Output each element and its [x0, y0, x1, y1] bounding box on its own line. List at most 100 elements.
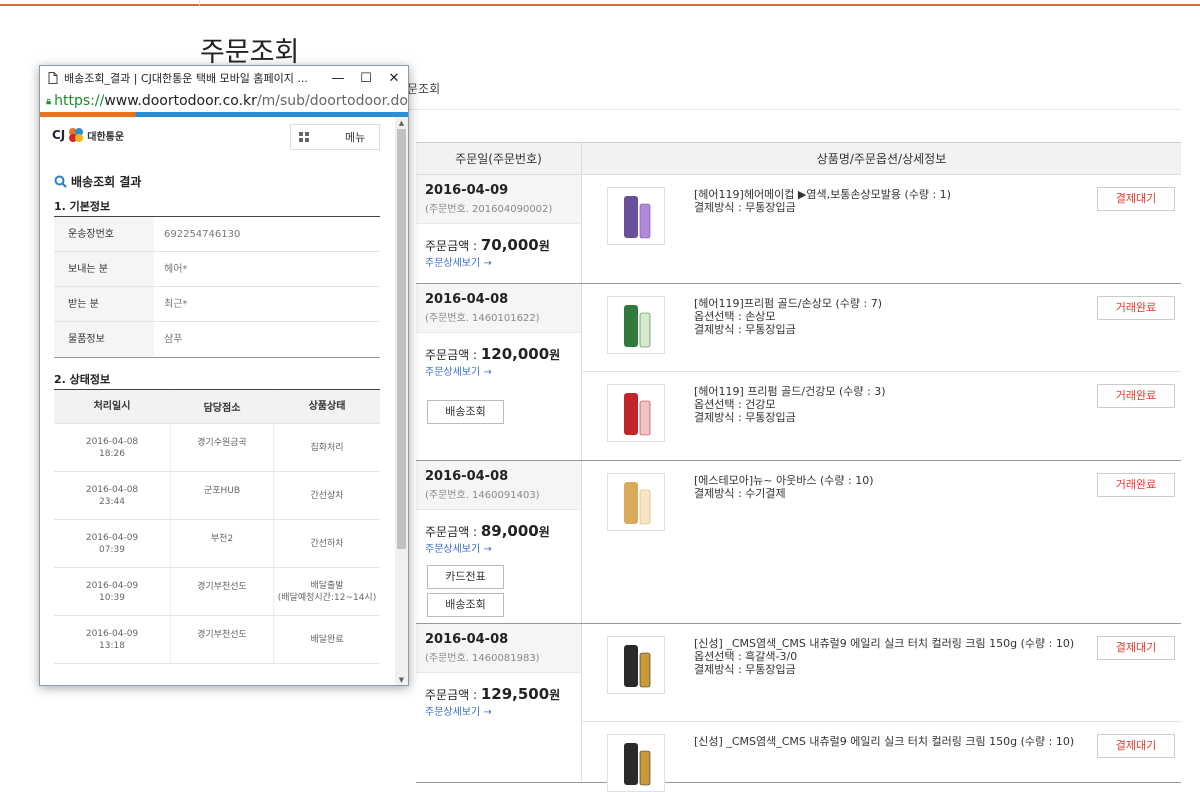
order-date-box: 2016-04-08 (주문번호. 1460091403) [416, 461, 581, 510]
state-date: 2016-04-08 [85, 436, 139, 447]
order-detail-link[interactable]: 주문상세보기 → [416, 703, 581, 718]
url-scheme: https:// [54, 93, 105, 109]
order-status-button[interactable]: 거래완료 [1097, 384, 1175, 408]
site-header: CJ 대한통운 메뉴 [40, 117, 408, 153]
product-name[interactable]: [헤어119]프리펌 골드/손상모 (수량 : 7) [694, 297, 1084, 310]
product-thumbnail[interactable] [607, 296, 665, 354]
amount-value: 120,000 [480, 345, 550, 363]
state-time: 10:39 [99, 592, 125, 603]
order-row: 2016-04-08 (주문번호. 1460081983) 주문금액 : 129,5… [416, 624, 1181, 792]
basic-info-value: 692254746130 [164, 229, 241, 240]
menu-button[interactable]: 메뉴 [290, 124, 380, 150]
basic-info-row: 보내는 분 헤어* [54, 252, 380, 287]
product-name[interactable]: [헤어119]헤어메이컵 ▶염색,보통손상모발용 (수량 : 1) [694, 188, 1084, 201]
order-date: 2016-04-09 [425, 183, 509, 198]
address-bar[interactable]: https://www.doortodoor.co.kr/m/sub/doort… [40, 90, 408, 112]
basic-info-key: 받는 분 [54, 287, 154, 321]
scrollbar-thumb[interactable] [397, 129, 406, 549]
product-info: [헤어119]헤어메이컵 ▶염색,보통손상모발용 (수량 : 1) 결제방식 : … [694, 188, 1084, 214]
product-thumbnail[interactable] [607, 636, 665, 694]
product-option: 옵션선택 : 손상모 [694, 310, 776, 323]
order-items: [에스테모아]뉴~ 아웃바스 (수량 : 10) 결제방식 : 수기결제 거래완료 [582, 461, 1181, 623]
product-thumbnail[interactable] [607, 734, 665, 792]
product-name[interactable]: [헤어119] 프리펌 골드/건강모 (수량 : 3) [694, 385, 1084, 398]
basic-info-value: 최근* [164, 299, 188, 310]
order-item: [신성] _CMS염색_CMS 내츄럴9 에일리 실크 터치 컬러링 크림 15… [582, 624, 1181, 722]
scrollbar[interactable]: ▲ ▼ [395, 117, 408, 685]
order-items: [헤어119]프리펌 골드/손상모 (수량 : 7) 옵션선택 : 손상모결제방식… [582, 284, 1181, 460]
order-item: [헤어119] 프리펌 골드/건강모 (수량 : 3) 옵션선택 : 건강모 결제방… [582, 372, 1181, 460]
delivery-track-button[interactable]: 배송조회 [427, 400, 504, 424]
scroll-up-arrow[interactable]: ▲ [395, 117, 408, 129]
close-button[interactable]: ✕ [380, 71, 408, 86]
amount-value: 89,000 [480, 522, 539, 540]
basic-info-value: 샴푸 [164, 334, 183, 345]
state-info-title: 2. 상태정보 [54, 373, 111, 386]
payment-method: 결제방식 : 무통장입금 [694, 411, 796, 424]
state-time: 18:26 [99, 448, 125, 459]
state-row: 2016-04-08 23:44 군포HUB 간선상차 [54, 472, 380, 520]
product-image [624, 196, 651, 239]
product-name[interactable]: [에스테모아]뉴~ 아웃바스 (수량 : 10) [694, 474, 1084, 487]
product-thumbnail[interactable] [607, 473, 665, 531]
cj-logo[interactable]: CJ 대한통운 [52, 126, 124, 144]
delivery-track-button[interactable]: 배송조회 [427, 593, 504, 617]
state-row: 2016-04-08 18:26 경기수원금곡 집화처리 [54, 424, 380, 472]
state-branch: 경기부천선도 [170, 568, 273, 615]
order-date: 2016-04-08 [425, 632, 509, 647]
state-status: 간선하차 [273, 520, 380, 567]
amount-unit: 원 [538, 525, 550, 539]
product-thumbnail[interactable] [607, 187, 665, 245]
basic-info-value: 헤어* [164, 264, 188, 275]
state-time: 23:44 [99, 496, 125, 507]
order-items: [헤어119]헤어메이컵 ▶염색,보통손상모발용 (수량 : 1) 결제방식 : … [582, 175, 1181, 283]
state-date: 2016-04-09 [85, 580, 139, 591]
amount-label: 주문금액 : [425, 348, 481, 362]
card-receipt-button[interactable]: 카드전표 [427, 565, 504, 589]
product-name[interactable]: [신성] _CMS염색_CMS 내츄럴9 에일리 실크 터치 컬러링 크림 15… [694, 735, 1084, 748]
col-branch: 담당점소 [170, 390, 273, 423]
state-info-table: 처리일시 담당점소 상품상태 2016-04-08 18:26 경기수원금곡 집화처리… [54, 389, 380, 664]
order-amount: 주문금액 : 70,000원 [416, 224, 581, 254]
state-status-text: 배달완료 [310, 634, 344, 645]
basic-info-key: 운송장번호 [54, 217, 154, 251]
state-datetime: 2016-04-08 18:26 [54, 424, 170, 471]
scroll-down-arrow[interactable]: ▼ [395, 674, 408, 685]
tracking-content: 배송조회 결과 1. 기본정보 운송장번호 692254746130 보내는 분 헤어… [40, 155, 395, 685]
state-status-text: 배달출발 [310, 580, 344, 591]
popup-titlebar[interactable]: 배송조회_결과 | CJ대한통운 택배 모바일 홈페이지 ... — ☐ ✕ [40, 66, 408, 90]
state-date: 2016-04-08 [85, 484, 139, 495]
order-items: [신성] _CMS염색_CMS 내츄럴9 에일리 실크 터치 컬러링 크림 15… [582, 624, 1181, 792]
order-status-button[interactable]: 거래완료 [1097, 473, 1175, 497]
order-row: 2016-04-09 (주문번호. 201604090002) 주문금액 : 70,… [416, 175, 1181, 284]
order-detail-link[interactable]: 주문상세보기 → [416, 254, 581, 269]
minimize-button[interactable]: — [324, 71, 352, 86]
product-image [624, 743, 651, 786]
maximize-button[interactable]: ☐ [352, 71, 380, 86]
order-date-box: 2016-04-08 (주문번호. 1460081983) [416, 624, 581, 673]
order-amount: 주문금액 : 129,500원 [416, 673, 581, 703]
state-datetime: 2016-04-09 07:39 [54, 520, 170, 567]
grid-icon [299, 132, 309, 142]
state-datetime: 2016-04-09 10:39 [54, 568, 170, 615]
delivery-popup-window[interactable]: 배송조회_결과 | CJ대한통운 택배 모바일 홈페이지 ... — ☐ ✕ h… [39, 65, 409, 686]
order-number: (주문번호. 1460091403) [425, 490, 540, 501]
logo-company-text: 대한통운 [87, 131, 125, 143]
breadcrumb: 문조회 [407, 82, 441, 96]
product-thumbnail[interactable] [607, 384, 665, 442]
state-date: 2016-04-09 [85, 532, 139, 543]
order-detail-link[interactable]: 주문상세보기 → [416, 363, 581, 378]
popup-body: CJ 대한통운 메뉴 배송조회 결과 1. 기본정보 운송장번호 69225474… [40, 117, 408, 685]
product-name[interactable]: [신성] _CMS염색_CMS 내츄럴9 에일리 실크 터치 컬러링 크림 15… [694, 637, 1084, 650]
page-title: 주문조회 [200, 37, 300, 68]
order-status-button[interactable]: 거래완료 [1097, 296, 1175, 320]
state-row: 2016-04-09 13:18 경기부천선도 배달완료 [54, 616, 380, 664]
order-summary: 2016-04-08 (주문번호. 1460101622) 주문금액 : 120,0… [416, 284, 582, 460]
order-detail-link[interactable]: 주문상세보기 → [416, 540, 581, 555]
product-image [624, 393, 651, 436]
order-status-button[interactable]: 결제대기 [1097, 187, 1175, 211]
order-status-button[interactable]: 결제대기 [1097, 636, 1175, 660]
product-info: [신성] _CMS염색_CMS 내츄럴9 에일리 실크 터치 컬러링 크림 15… [694, 735, 1084, 748]
divider [407, 109, 1181, 110]
order-status-button[interactable]: 결제대기 [1097, 734, 1175, 758]
